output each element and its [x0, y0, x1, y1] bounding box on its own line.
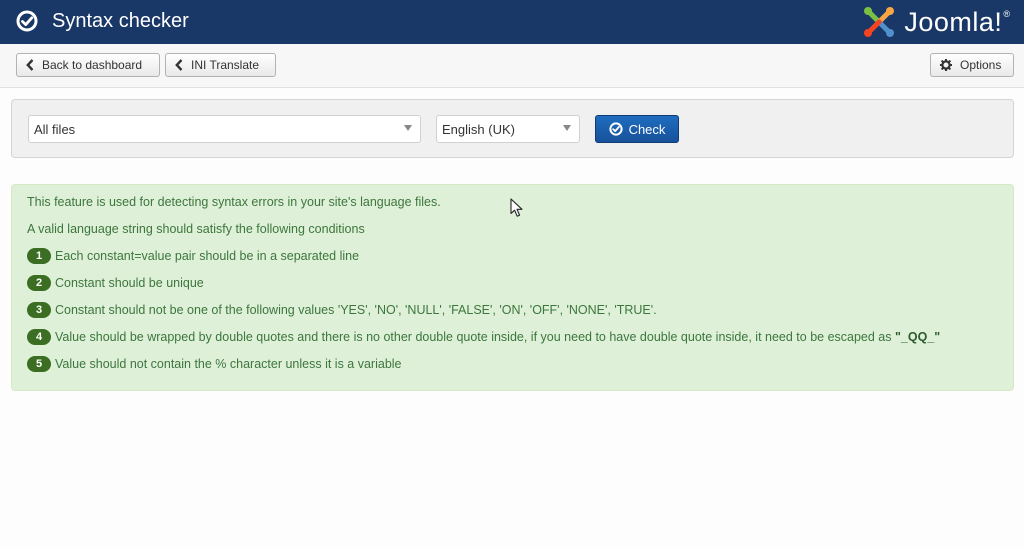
mouse-cursor-icon [510, 198, 523, 217]
condition-item: 1 Each constant=value pair should be in a… [27, 247, 359, 265]
language-select-value: English (UK) [442, 121, 515, 137]
condition-text: Each constant=value pair should be in a … [55, 249, 360, 263]
back-to-dashboard-button[interactable]: Back to dashboard [16, 53, 160, 77]
files-select-value: All files [34, 121, 76, 137]
condition-text: Constant should not be one of the follow… [55, 303, 657, 317]
condition-text: Value should be wrapped by double quotes… [55, 330, 895, 344]
check-circle-icon [16, 10, 38, 32]
condition-number-badge: 5 [27, 355, 51, 372]
chevron-left-icon [175, 59, 183, 71]
registered-mark: ® [1003, 9, 1010, 19]
intro-text: This feature is used for detecting synta… [27, 195, 441, 209]
caret-down-icon [563, 125, 571, 131]
options-label: Options [960, 58, 1002, 72]
page-title: Syntax checker [52, 10, 189, 32]
condition-text: Constant should be unique [55, 276, 204, 290]
caret-down-icon [404, 125, 412, 131]
condition-item: 2 Constant should be unique [27, 274, 204, 292]
page-header: Syntax checker Joomla! ® [0, 0, 1024, 44]
ini-translate-label: INI Translate [191, 58, 260, 72]
conditions-heading: A valid language string should satisfy t… [27, 222, 365, 236]
language-select[interactable]: English (UK) [436, 115, 580, 143]
condition-number-badge: 3 [27, 301, 51, 318]
check-button[interactable]: Check [595, 115, 679, 143]
joomla-logo-icon [864, 7, 895, 37]
ini-translate-button[interactable]: INI Translate [165, 53, 276, 77]
toolbar: Back to dashboard INI Translate Options [0, 44, 1024, 88]
joomla-logo[interactable]: Joomla! ® [860, 2, 1010, 42]
condition-item: 5 Value should not contain the % characte… [27, 355, 402, 373]
files-select[interactable]: All files [28, 115, 421, 143]
condition-text: Value should not contain the % character… [55, 357, 402, 371]
options-button[interactable]: Options [930, 53, 1014, 77]
condition-item: 3 Constant should not be one of the follo… [27, 301, 657, 319]
condition-number-badge: 1 [27, 247, 51, 264]
qq-escape-code: "_QQ_" [894, 330, 941, 344]
chevron-left-icon [26, 59, 34, 71]
check-circle-icon [608, 122, 623, 136]
condition-item: 4 Value should be wrapped by double quote… [27, 328, 940, 346]
gear-icon [940, 59, 952, 71]
logo-text: Joomla! [904, 6, 1003, 37]
back-to-dashboard-label: Back to dashboard [42, 58, 143, 72]
condition-number-badge: 4 [27, 328, 51, 345]
check-label: Check [628, 121, 666, 137]
filter-bar: All files English (UK) Check [11, 99, 1014, 158]
condition-number-badge: 2 [27, 274, 51, 291]
